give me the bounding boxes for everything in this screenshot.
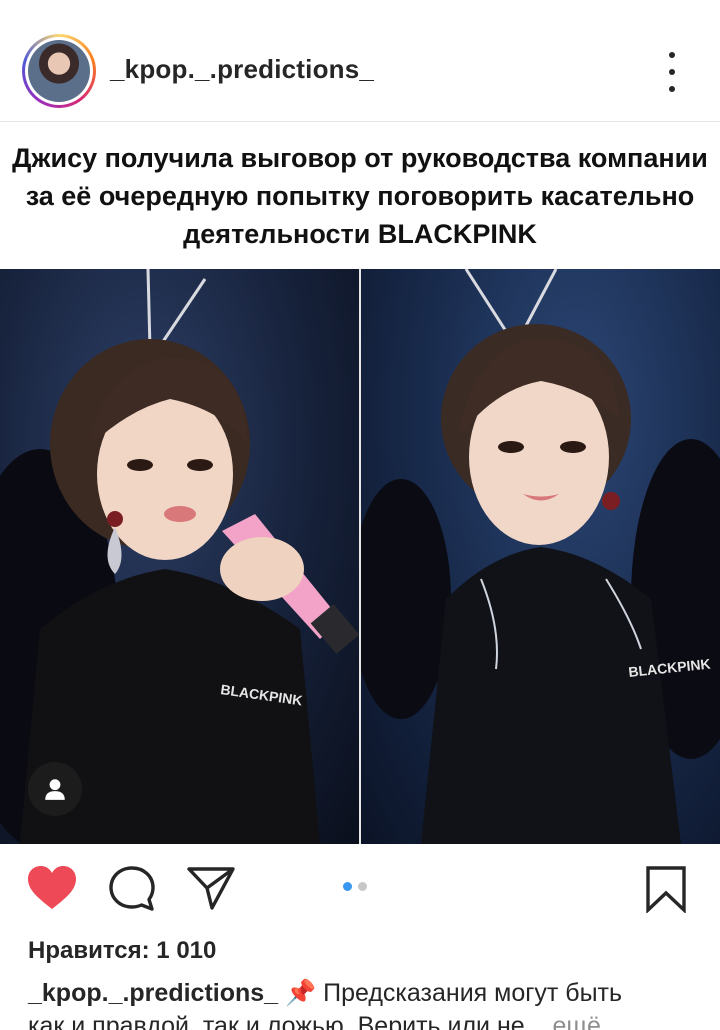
caption-username[interactable]: _kpop._.predictions_ [28,979,278,1007]
image-caption-text: Джису получила выговор от руководства ко… [12,143,708,249]
post-header: _kpop._.predictions_ [0,0,720,122]
heart-icon[interactable] [26,865,78,916]
carousel-indicator [343,882,367,891]
person-icon [45,779,65,800]
more-options-icon[interactable] [662,52,682,92]
image-caption-banner: Джису получила выговор от руководства ко… [0,123,720,269]
photo-left-panel: BLACKPINK [0,269,359,844]
more-link[interactable]: ещё [552,1012,600,1030]
pin-emoji: 📌 [285,979,317,1007]
post-username[interactable]: _kpop._.predictions_ [110,54,374,85]
post-caption: _kpop._.predictions_ 📌 Предсказания могу… [28,978,708,1008]
caption-second-line: как и правдой, так и ложью. Верить или н… [28,1012,601,1030]
user-tag-icon[interactable] [28,762,82,816]
carousel-dot-active [343,882,352,891]
profile-avatar[interactable] [22,34,96,108]
post-photo[interactable]: BLACKPINK BLACKPINK [0,269,720,844]
photo-right-panel: BLACKPINK [361,269,720,844]
caption-text-line2: как и правдой, так и ложью. Верить или н… [28,1012,546,1030]
post-action-bar [0,845,720,933]
avatar-image [28,40,90,102]
likes-count[interactable]: Нравится: 1 010 [28,937,216,965]
paper-plane-icon[interactable] [186,865,236,916]
caption-text: Предсказания могут быть [323,979,623,1007]
comment-icon[interactable] [108,865,156,918]
right-portrait-illustration: BLACKPINK [361,269,720,844]
left-portrait-illustration: BLACKPINK [0,269,359,844]
bookmark-icon[interactable] [644,865,688,918]
carousel-dot [358,882,367,891]
